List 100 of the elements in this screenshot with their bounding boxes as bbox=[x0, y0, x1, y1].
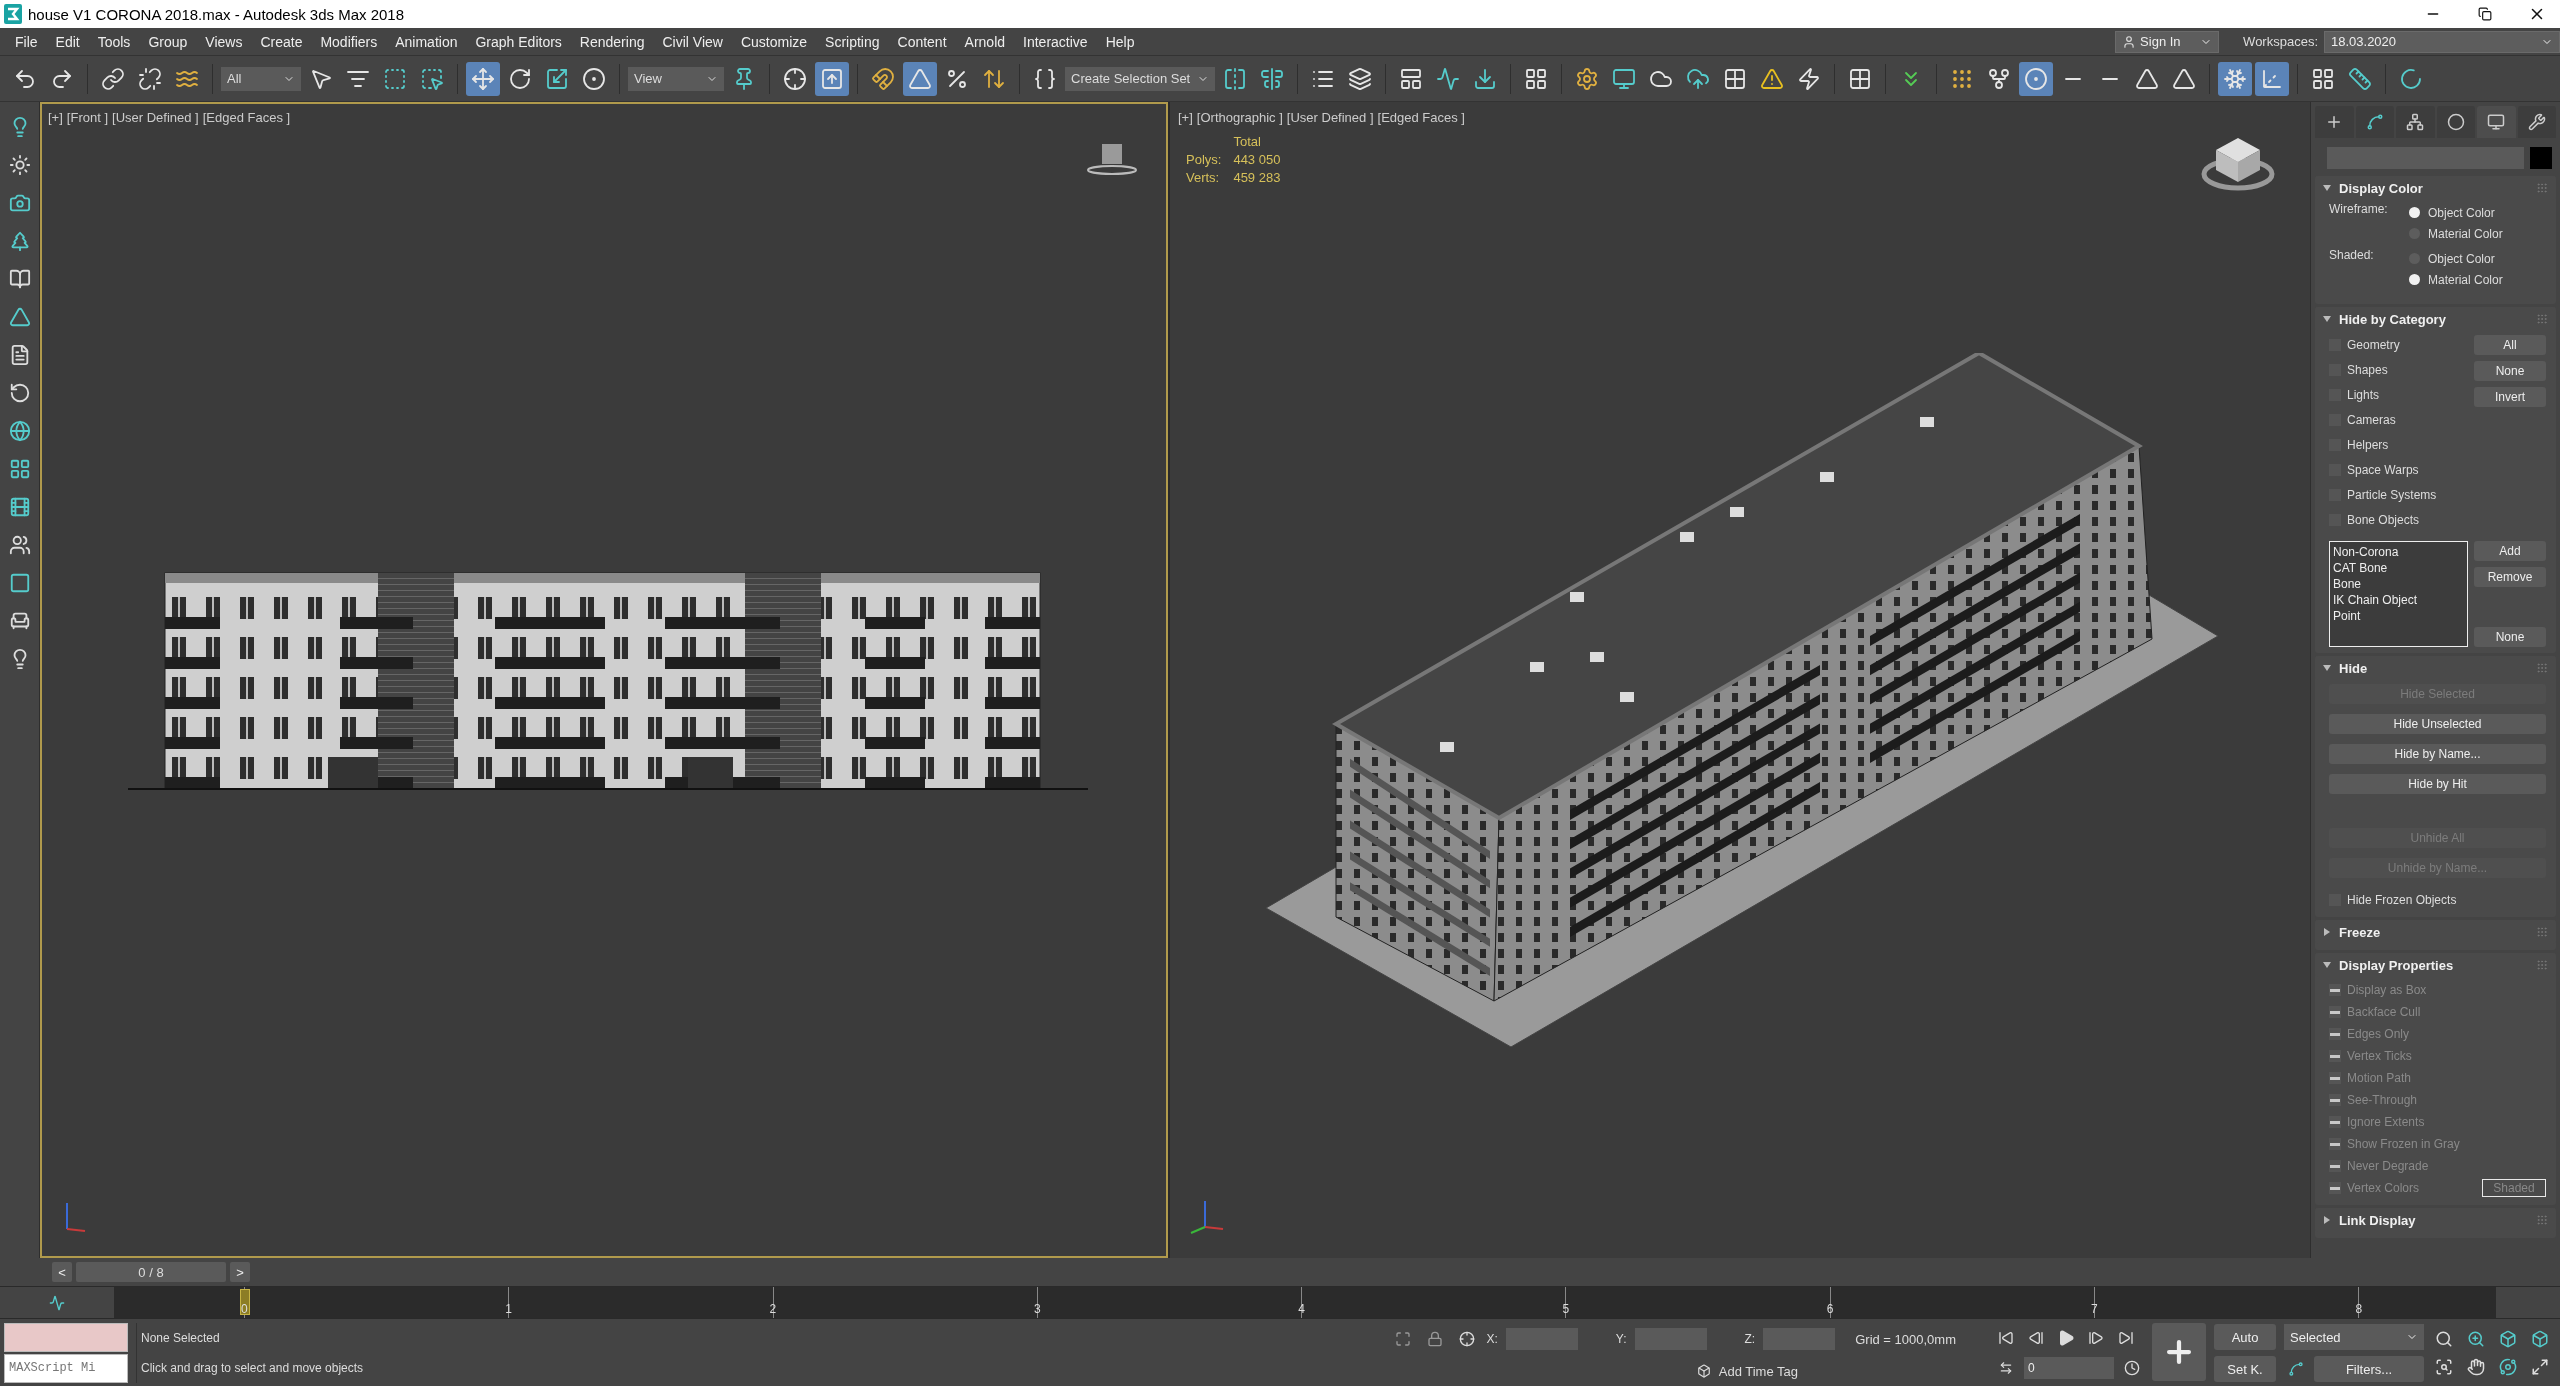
group-label: Shaded: bbox=[2329, 248, 2375, 264]
checkbox-label: Geometry bbox=[2347, 337, 2400, 352]
tick-label: 6 bbox=[1826, 1302, 1834, 1318]
menu-item[interactable]: Content bbox=[888, 30, 956, 53]
auto-key-button[interactable]: Auto bbox=[2214, 1324, 2276, 1350]
menu-item[interactable]: Edit bbox=[46, 30, 89, 53]
collapse-arrow-icon bbox=[2323, 664, 2331, 672]
sign-in-dropdown[interactable]: Sign In bbox=[2115, 30, 2220, 53]
menu-item[interactable]: Help bbox=[1096, 30, 1144, 53]
panel-button[interactable]: Remove bbox=[2474, 567, 2546, 587]
arrow-square-icon[interactable] bbox=[815, 61, 849, 96]
menu-item[interactable]: Group bbox=[139, 30, 197, 53]
radio-button[interactable] bbox=[2409, 274, 2420, 285]
list-item[interactable]: IK Chain Object bbox=[2333, 592, 2464, 608]
grip-icon bbox=[2536, 182, 2548, 194]
axis-icon[interactable] bbox=[2255, 61, 2289, 96]
move-icon[interactable] bbox=[466, 61, 500, 96]
toolbar-dropdown[interactable]: Create Selection Set bbox=[1065, 66, 1215, 91]
timeline-track[interactable]: 0 1 2 3 4 5 6 7 8 bbox=[114, 1287, 2496, 1318]
menu-item[interactable]: Rendering bbox=[570, 30, 654, 53]
panel-button[interactable]: Hide Unselected bbox=[2329, 714, 2546, 734]
app-logo-icon bbox=[4, 4, 22, 24]
curve-icon[interactable] bbox=[2355, 106, 2394, 138]
panel-button[interactable]: All bbox=[2474, 335, 2546, 355]
menu-item[interactable]: Tools bbox=[88, 30, 140, 53]
key-plus-icon[interactable] bbox=[2152, 1323, 2206, 1381]
checkbox-label: Motion Path bbox=[2347, 1071, 2412, 1085]
selection-status: None Selected bbox=[141, 1331, 221, 1345]
viewport-label[interactable]: [+] bbox=[48, 110, 63, 125]
workspace-dropdown[interactable]: 18.03.2020 bbox=[2324, 30, 2560, 53]
menu-item[interactable]: Arnold bbox=[955, 30, 1015, 53]
panel-button[interactable]: Hide by Hit bbox=[2329, 774, 2546, 794]
coordinate-label: Z: bbox=[1744, 1332, 1756, 1346]
list-item[interactable]: Bone bbox=[2333, 576, 2464, 592]
tick-label: 7 bbox=[2091, 1302, 2098, 1318]
listener-field[interactable] bbox=[4, 1323, 128, 1353]
viewport-label[interactable]: [Orthographic ] bbox=[1196, 110, 1283, 125]
panel-button[interactable]: None bbox=[2474, 361, 2546, 381]
menu-item[interactable]: Views bbox=[196, 30, 252, 53]
panel-button[interactable]: Invert bbox=[2474, 387, 2546, 407]
toolbar-dropdown[interactable]: All bbox=[221, 66, 301, 91]
set-key-button[interactable]: Set K. bbox=[2214, 1356, 2276, 1382]
menu-item[interactable]: Graph Editors bbox=[466, 30, 571, 53]
toolbar-dropdown[interactable]: View bbox=[628, 66, 724, 91]
viewport-label[interactable]: [Edged Faces ] bbox=[1377, 110, 1465, 125]
menu-item[interactable]: Animation bbox=[386, 30, 467, 53]
viewport[interactable]: [+] [Orthographic ] [User Defined ] [Edged Faces ] Total Polys: 443 050 Verts: 459 283 bbox=[1170, 102, 2310, 1258]
menu-item[interactable]: Scripting bbox=[816, 30, 889, 53]
key-filter-dropdown[interactable]: Selected bbox=[2284, 1324, 2424, 1350]
grid-size-text: Grid = 1000,0mm bbox=[1855, 1331, 1956, 1347]
radio-label: Object Color bbox=[2428, 251, 2495, 266]
viewport-label[interactable]: [User Defined ] bbox=[112, 110, 199, 125]
next-frame-button[interactable]: > bbox=[230, 1262, 250, 1282]
viewport-label[interactable]: [User Defined ] bbox=[1286, 110, 1374, 125]
wrench-icon[interactable] bbox=[2517, 106, 2556, 138]
panel-button[interactable]: Add bbox=[2474, 541, 2546, 561]
tick-label: 5 bbox=[1562, 1302, 1570, 1318]
hierarchy-icon[interactable] bbox=[2396, 106, 2435, 138]
menu-item[interactable]: Civil View bbox=[653, 30, 732, 53]
checkbox-label: See-Through bbox=[2347, 1093, 2418, 1107]
workspaces-label: Workspaces: bbox=[2243, 34, 2318, 49]
collapse-arrow-icon bbox=[2323, 961, 2331, 969]
previous-frame-button[interactable]: < bbox=[52, 1262, 72, 1282]
viewport[interactable]: [+] [Front ] [User Defined ] [Edged Faces ] bbox=[40, 102, 1168, 1258]
cube-icon bbox=[1696, 1364, 1711, 1378]
viewport-label[interactable]: [Front ] bbox=[66, 110, 108, 125]
viewport-label[interactable]: [Edged Faces ] bbox=[202, 110, 291, 125]
stats-title: Total bbox=[1233, 134, 1262, 149]
menu-item[interactable]: Modifiers bbox=[311, 30, 387, 53]
add-time-tag-button[interactable]: Add Time Tag bbox=[1688, 1359, 1806, 1383]
menu-item[interactable]: Interactive bbox=[1014, 30, 1097, 53]
frame-field[interactable]: 0 bbox=[2024, 1357, 2114, 1379]
current-frame-marker bbox=[240, 1289, 250, 1315]
grip-icon bbox=[2536, 1214, 2548, 1226]
plus-icon[interactable] bbox=[2315, 106, 2354, 138]
monitor-icon[interactable] bbox=[2477, 106, 2516, 138]
panel-button[interactable]: Hide by Name... bbox=[2329, 744, 2546, 764]
checkbox-label: Backface Cull bbox=[2347, 1005, 2421, 1019]
target-icon[interactable] bbox=[2019, 61, 2053, 96]
menu-item[interactable]: File bbox=[6, 30, 47, 53]
filters-button[interactable]: Filters... bbox=[2314, 1356, 2424, 1382]
group-label: Wireframe: bbox=[2329, 202, 2389, 218]
color-swatch[interactable] bbox=[2530, 147, 2552, 169]
expand-arrow-icon bbox=[2323, 1216, 2331, 1224]
radio-label: Material Color bbox=[2428, 226, 2503, 241]
listener-output[interactable]: MAXScript Mi bbox=[4, 1354, 128, 1383]
list-item[interactable]: Point bbox=[2333, 608, 2464, 624]
checkbox-label: Never Degrade bbox=[2347, 1159, 2429, 1173]
checkbox-label: Vertex Colors bbox=[2347, 1181, 2420, 1195]
menu-item[interactable]: Create bbox=[251, 30, 312, 53]
grip-icon bbox=[2536, 959, 2548, 971]
radio-button[interactable] bbox=[2409, 207, 2420, 218]
menu-item[interactable]: Customize bbox=[731, 30, 817, 53]
viewport-label[interactable]: [+] bbox=[1178, 110, 1193, 125]
snowflake-icon[interactable] bbox=[2218, 61, 2252, 96]
list-item[interactable]: CAT Bone bbox=[2333, 560, 2464, 576]
axis-tripod-icon bbox=[1190, 1200, 1224, 1234]
panel-button[interactable]: None bbox=[2474, 627, 2546, 647]
time-slider-thumb[interactable]: 0 / 8 bbox=[76, 1262, 226, 1282]
list-item[interactable]: Non-Corona bbox=[2333, 544, 2464, 560]
